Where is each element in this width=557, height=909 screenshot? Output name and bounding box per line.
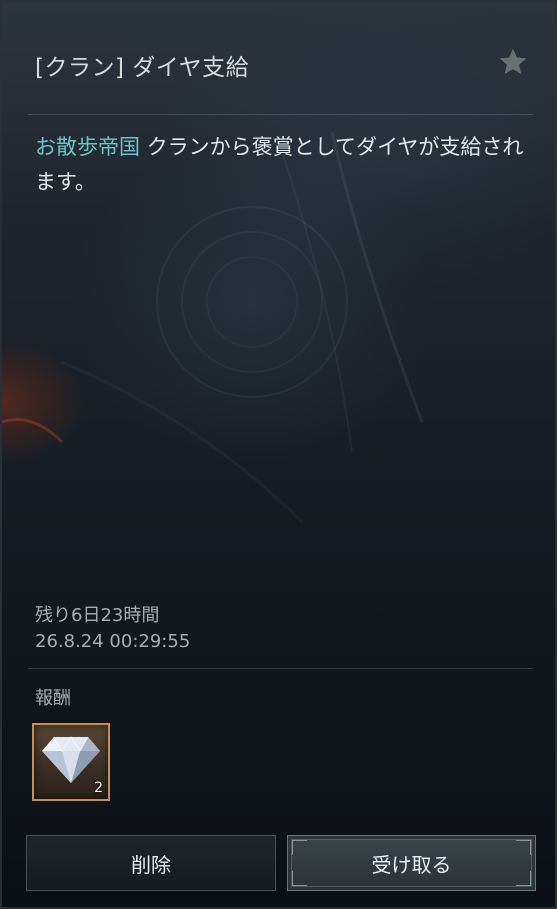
diamond-icon xyxy=(42,736,100,783)
corner-ornament xyxy=(516,840,531,855)
mail-title: [クラン] ダイヤ支給 xyxy=(35,55,250,81)
corner-ornament xyxy=(292,840,307,855)
mail-message: お散歩帝国 クランから褒賞としてダイヤが支給されます。 xyxy=(35,130,530,200)
delete-button[interactable]: 削除 xyxy=(26,835,276,891)
reward-count: 2 xyxy=(94,780,103,796)
reward-divider xyxy=(28,668,533,669)
mail-date: 26.8.24 00:29:55 xyxy=(35,631,191,652)
mail-detail-panel: [クラン] ダイヤ支給 お散歩帝国 クランから褒賞としてダイヤが支給されます。 … xyxy=(0,0,557,909)
reward-label: 報酬 xyxy=(35,688,71,709)
remaining-time: 残り6日23時間 xyxy=(35,605,160,626)
favorite-star-icon[interactable] xyxy=(497,46,529,78)
reward-item-diamond[interactable]: 2 xyxy=(32,723,110,801)
header-divider xyxy=(28,114,533,115)
receive-button-label: 受け取る xyxy=(371,852,452,877)
receive-button[interactable]: 受け取る xyxy=(287,835,536,891)
corner-ornament xyxy=(516,871,531,886)
clan-name-link[interactable]: お散歩帝国 xyxy=(35,135,140,159)
corner-ornament xyxy=(292,871,307,886)
